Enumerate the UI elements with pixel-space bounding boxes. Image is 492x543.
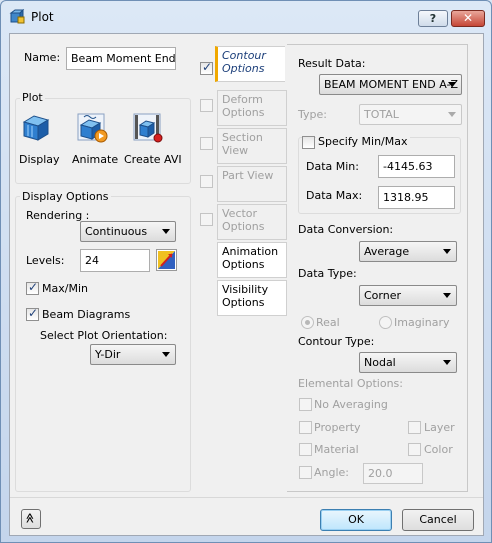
name-label: Name:	[24, 51, 61, 64]
color-checkbox[interactable]	[408, 443, 421, 456]
create-avi-button[interactable]	[132, 112, 166, 152]
property-label: Property	[314, 421, 361, 434]
layer-checkbox[interactable]	[408, 421, 421, 434]
angle-input[interactable]: 20.0	[363, 463, 423, 484]
contour-type-select[interactable]: Nodal	[359, 352, 457, 373]
data-type-label: Data Type:	[298, 267, 357, 280]
title-bar[interactable]: Plot ? ✕	[1, 1, 491, 31]
tab-part-view[interactable]: Part View	[217, 166, 287, 202]
no-averaging-checkbox[interactable]	[299, 398, 312, 411]
levels-label: Levels:	[26, 254, 65, 267]
beam-diagrams-label: Beam Diagrams	[42, 308, 131, 321]
no-averaging-label: No Averaging	[314, 398, 388, 411]
elemental-options-label: Elemental Options:	[298, 377, 403, 390]
chevron-down-icon	[448, 82, 456, 87]
tab-animation-options[interactable]: Animation Options	[217, 242, 287, 278]
display-button[interactable]	[20, 112, 54, 152]
property-checkbox[interactable]	[299, 421, 312, 434]
display-options-title: Display Options	[20, 190, 111, 203]
real-radio[interactable]	[301, 316, 314, 329]
data-type-select[interactable]: Corner	[359, 285, 457, 306]
plot-orientation-value: Y-Dir	[95, 348, 121, 361]
plot-orientation-label: Select Plot Orientation:	[40, 329, 168, 342]
dialog-client-area: Name: Beam Moment End A Plot Display Ani…	[9, 33, 484, 536]
plot-app-icon	[9, 9, 25, 24]
tab-visibility-options[interactable]: Visibility Options	[217, 280, 287, 316]
result-data-value: BEAM MOMENT END A-Z	[324, 78, 458, 91]
angle-checkbox[interactable]	[299, 466, 312, 479]
chevron-down-icon	[162, 229, 170, 234]
create-avi-icon	[133, 113, 163, 143]
rendering-value: Continuous	[85, 225, 148, 238]
contour-options-checkbox[interactable]	[200, 60, 213, 75]
help-button[interactable]: ?	[418, 10, 448, 27]
levels-input[interactable]: 24	[80, 249, 150, 272]
close-button[interactable]: ✕	[451, 10, 485, 27]
chevron-down-icon	[448, 112, 456, 117]
tab-deform-options[interactable]: Deform Options	[217, 90, 287, 126]
type-label: Type:	[298, 108, 327, 121]
real-label: Real	[316, 316, 340, 329]
type-value: TOTAL	[364, 108, 399, 121]
max-min-label: Max/Min	[42, 282, 88, 295]
beam-diagrams-checkbox[interactable]	[26, 306, 39, 321]
section-view-checkbox[interactable]	[200, 137, 213, 150]
max-min-checkbox[interactable]	[26, 280, 39, 295]
rendering-select[interactable]: Continuous	[80, 221, 176, 242]
imaginary-radio[interactable]	[379, 316, 392, 329]
window-title: Plot	[31, 10, 54, 24]
tab-vector-options[interactable]: Vector Options	[217, 204, 287, 240]
color-palette-icon	[158, 251, 175, 269]
color-picker-button[interactable]	[156, 249, 177, 271]
name-input[interactable]: Beam Moment End A	[66, 47, 176, 70]
imaginary-label: Imaginary	[394, 316, 450, 329]
contour-type-value: Nodal	[364, 356, 396, 369]
double-chevron-up-icon: ≫	[25, 512, 36, 524]
tab-contour-options[interactable]: Contour Options	[215, 46, 285, 82]
data-min-label: Data Min:	[306, 160, 359, 173]
material-checkbox[interactable]	[299, 443, 312, 456]
data-max-input[interactable]: 1318.95	[378, 186, 455, 209]
data-type-value: Corner	[364, 289, 402, 302]
ok-button[interactable]: OK	[320, 509, 392, 531]
plot-group-title: Plot	[20, 91, 45, 104]
chevron-down-icon	[162, 352, 170, 357]
animate-label: Animate	[72, 153, 119, 166]
material-label: Material	[314, 443, 359, 456]
animate-icon	[77, 113, 108, 143]
part-view-checkbox[interactable]	[200, 175, 213, 188]
chevron-down-icon	[443, 293, 451, 298]
display-icon	[22, 115, 50, 141]
plot-orientation-select[interactable]: Y-Dir	[90, 344, 176, 365]
data-conversion-label: Data Conversion:	[298, 223, 394, 236]
tab-section-view[interactable]: Section View	[217, 128, 287, 164]
chevron-down-icon	[443, 249, 451, 254]
color-label: Color	[424, 443, 453, 456]
specify-minmax-checkbox[interactable]	[302, 136, 315, 149]
chevron-down-icon	[443, 360, 451, 365]
plot-dialog: Plot ? ✕ Name: Beam Moment End A Plot Di…	[0, 0, 492, 543]
data-conversion-select[interactable]: Average	[359, 241, 457, 262]
animate-button[interactable]	[76, 112, 110, 152]
expand-collapse-button[interactable]: ≫	[21, 509, 41, 529]
result-data-select[interactable]: BEAM MOMENT END A-Z	[319, 74, 462, 95]
data-max-label: Data Max:	[306, 189, 363, 202]
result-data-label: Result Data:	[298, 57, 366, 70]
layer-label: Layer	[424, 421, 455, 434]
rendering-label: Rendering :	[26, 209, 90, 222]
data-conversion-value: Average	[364, 245, 410, 258]
type-select[interactable]: TOTAL	[359, 104, 462, 125]
contour-type-label: Contour Type:	[298, 335, 375, 348]
specify-minmax-label: Specify Min/Max	[316, 135, 410, 148]
footer-divider	[10, 497, 483, 498]
display-label: Display	[19, 153, 60, 166]
data-min-input[interactable]: -4145.63	[378, 155, 455, 178]
create-avi-label: Create AVI	[124, 153, 182, 166]
cancel-button[interactable]: Cancel	[402, 509, 474, 531]
angle-label: Angle:	[314, 466, 350, 479]
deform-options-checkbox[interactable]	[200, 99, 213, 112]
vector-options-checkbox[interactable]	[200, 213, 213, 226]
